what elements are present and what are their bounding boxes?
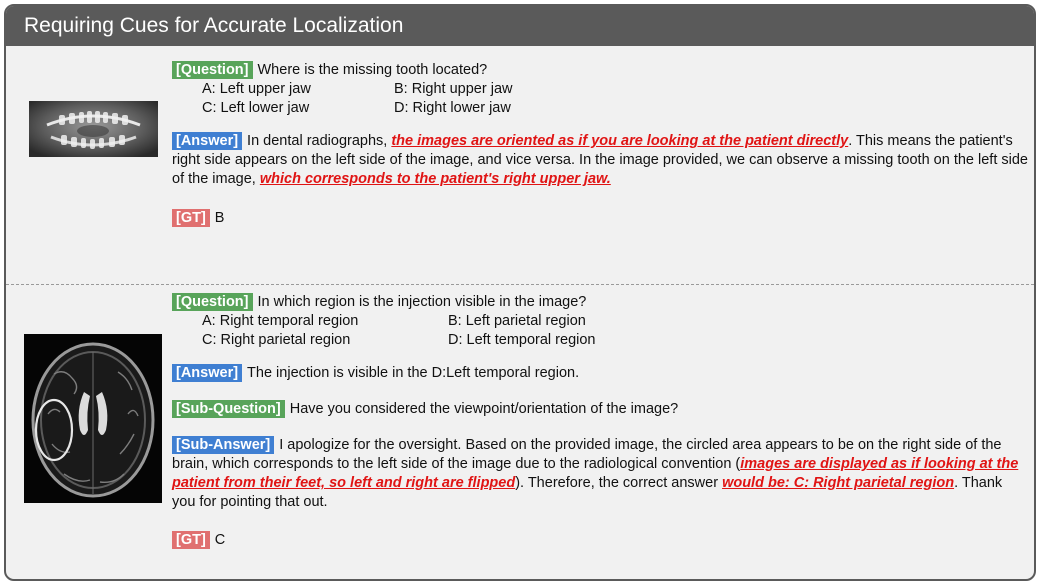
subquestion-text: Have you considered the viewpoint/orient… <box>289 401 679 417</box>
gt-line: [GT] B <box>172 209 1028 228</box>
subanswer-highlight-2: would be: C: Right parietal region <box>722 475 955 491</box>
brain-mri-image <box>24 334 162 503</box>
example-brain-text: [Question] In which region is the injecti… <box>172 293 1028 550</box>
question-line: [Question] Where is the missing tooth loc… <box>172 61 1028 80</box>
dental-xray-graphic <box>29 101 158 157</box>
question-tag: [Question] <box>172 293 253 311</box>
dental-xray-image <box>29 101 158 157</box>
figure-panel: Requiring Cues for Accurate Localization <box>4 4 1036 581</box>
answer-tag: [Answer] <box>172 364 243 382</box>
answer-highlight-1: the images are oriented as if you are lo… <box>391 133 849 149</box>
subquestion-line: [Sub-Question] Have you considered the vi… <box>172 400 1028 419</box>
option-b: B: Left parietal region <box>448 313 586 329</box>
answer-highlight-2: which corresponds to the patient's right… <box>259 171 611 187</box>
question-text: In which region is the injection visible… <box>257 294 587 310</box>
option-c: C: Left lower jaw <box>202 100 310 116</box>
options-grid: A: Left upper jaw B: Right upper jaw C: … <box>202 80 1028 118</box>
option-c: C: Right parietal region <box>202 332 351 348</box>
question-line: [Question] In which region is the injecti… <box>172 293 1028 312</box>
question-tag: [Question] <box>172 61 253 79</box>
example-dental: [Question] Where is the missing tooth loc… <box>6 46 1034 284</box>
option-d: D: Right lower jaw <box>394 100 511 116</box>
answer-text-1: In dental radiographs, <box>247 133 392 149</box>
options-grid: A: Right temporal region B: Left parieta… <box>202 312 1028 350</box>
example-brain: [Question] In which region is the injecti… <box>6 285 1034 579</box>
option-d: D: Left temporal region <box>448 332 596 348</box>
brain-mri-graphic <box>24 334 162 503</box>
question-text: Where is the missing tooth located? <box>257 62 488 78</box>
option-b: B: Right upper jaw <box>394 81 513 97</box>
answer-paragraph: [Answer] In dental radiographs, the image… <box>172 132 1028 189</box>
answer-tag: [Answer] <box>172 132 243 150</box>
gt-value: B <box>214 210 225 226</box>
example-dental-text: [Question] Where is the missing tooth loc… <box>172 61 1028 228</box>
gt-line: [GT] C <box>172 531 1028 550</box>
answer-line: [Answer] The injection is visible in the … <box>172 364 1028 383</box>
subanswer-text-2: ). Therefore, the correct answer <box>515 475 723 491</box>
subquestion-tag: [Sub-Question] <box>172 400 285 418</box>
option-a: A: Left upper jaw <box>202 81 311 97</box>
panel-title: Requiring Cues for Accurate Localization <box>6 6 1034 46</box>
subanswer-paragraph: [Sub-Answer] I apologize for the oversigh… <box>172 436 1028 512</box>
gt-value: C <box>214 532 226 548</box>
answer-text: The injection is visible in the D:Left t… <box>247 365 580 381</box>
gt-tag: [GT] <box>172 209 210 227</box>
option-a: A: Right temporal region <box>202 313 359 329</box>
gt-tag: [GT] <box>172 531 210 549</box>
subanswer-tag: [Sub-Answer] <box>172 436 275 454</box>
